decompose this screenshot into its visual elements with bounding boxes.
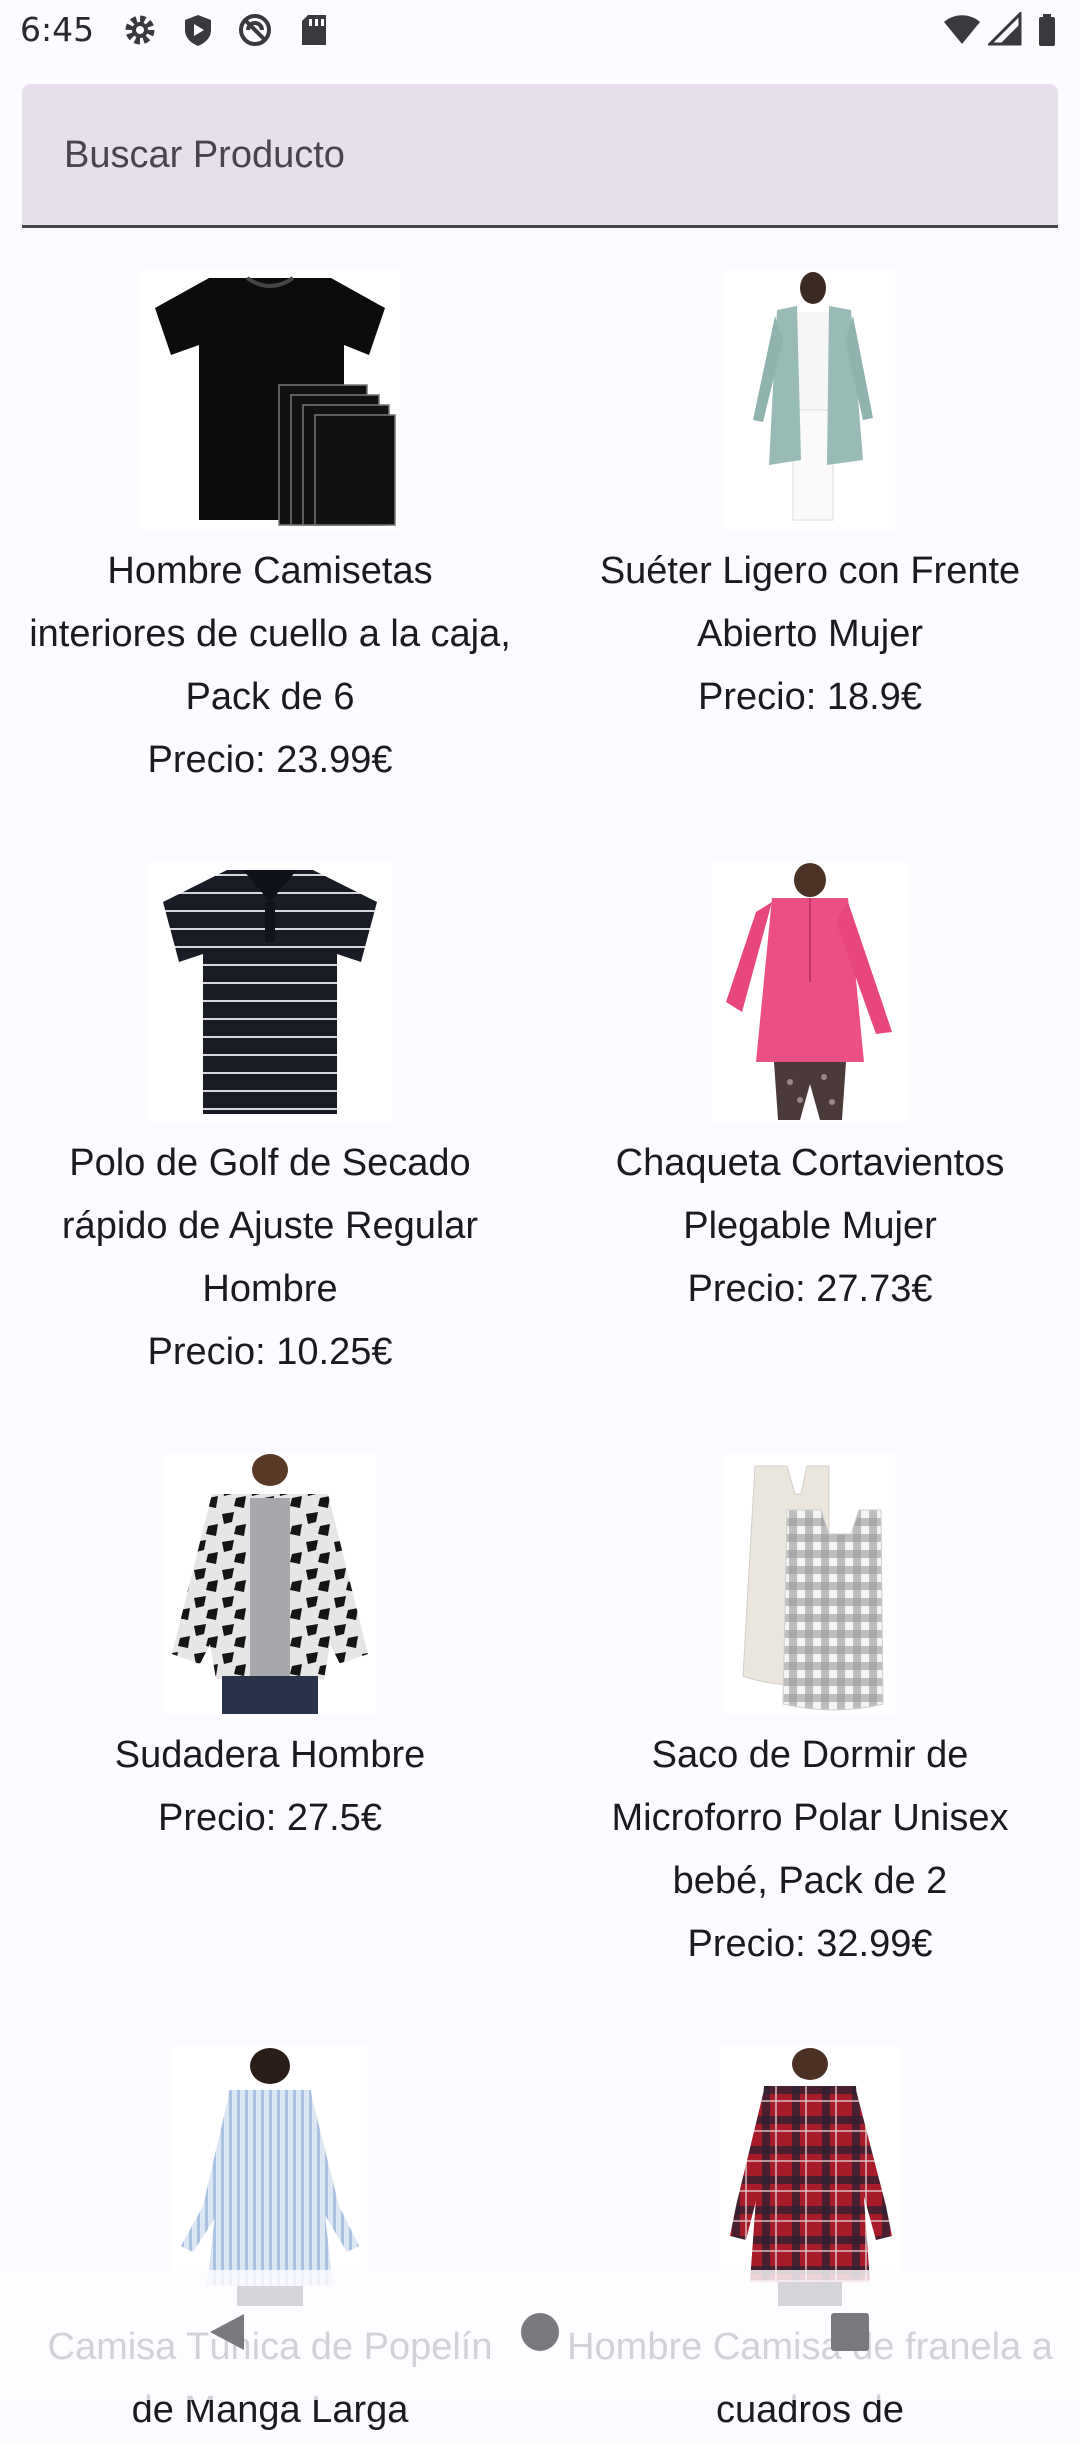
product-card[interactable]: Suéter Ligero con Frente Abierto Mujer P… <box>540 270 1080 792</box>
recents-icon[interactable] <box>829 2311 871 2358</box>
product-card[interactable]: Hombre Camisetas interiores de cuello a … <box>0 270 540 792</box>
wifi-icon <box>942 12 982 52</box>
product-price: Precio: 32.99€ <box>687 1923 933 1965</box>
product-title: Sudadera Hombre <box>114 1734 426 1776</box>
product-price: Precio: 23.99€ <box>147 739 393 781</box>
signal-icon <box>986 10 1022 52</box>
product-image[interactable] <box>725 270 895 530</box>
product-image[interactable] <box>147 862 393 1122</box>
product-card[interactable]: Sudadera Hombre Precio: 27.5€ <box>0 1454 540 1976</box>
product-title: Saco de Dormir de Microforro Polar Unise… <box>611 1734 1009 1902</box>
product-grid: Hombre Camisetas interiores de cuello a … <box>0 270 1080 2442</box>
product-card[interactable]: Saco de Dormir de Microforro Polar Unise… <box>540 1454 1080 1976</box>
navigation-bar <box>0 2270 1080 2400</box>
product-price: Precio: 10.25€ <box>147 1331 393 1373</box>
search-field[interactable] <box>22 84 1058 228</box>
product-price: Precio: 18.9€ <box>698 676 922 718</box>
product-image[interactable] <box>720 2046 900 2306</box>
status-time: 6:45 <box>20 10 95 49</box>
product-title: Hombre Camisetas interiores de cuello a … <box>29 550 511 718</box>
product-card[interactable]: Chaqueta Cortavientos Plegable Mujer Pre… <box>540 862 1080 1384</box>
product-price: Precio: 27.5€ <box>158 1797 382 1839</box>
product-image[interactable] <box>164 1454 376 1714</box>
product-image[interactable] <box>173 2046 367 2306</box>
product-price: Precio: 27.73€ <box>687 1268 933 1310</box>
shield-icon <box>180 12 216 52</box>
settings-icon <box>122 12 158 52</box>
do-not-disturb-icon <box>237 12 273 52</box>
product-title: Suéter Ligero con Frente Abierto Mujer <box>599 550 1021 655</box>
product-image[interactable] <box>725 1454 895 1714</box>
home-icon[interactable] <box>519 2311 561 2358</box>
product-image[interactable] <box>139 270 401 530</box>
back-icon[interactable] <box>204 2310 248 2359</box>
status-bar: 6:45 <box>0 0 1080 66</box>
product-title: Polo de Golf de Secado rápido de Ajuste … <box>61 1142 479 1310</box>
product-title: Chaqueta Cortavientos Plegable Mujer <box>615 1142 1005 1247</box>
battery-icon <box>1036 12 1058 52</box>
sd-card-icon <box>296 12 332 52</box>
search-input[interactable] <box>62 84 1046 227</box>
product-image[interactable] <box>712 862 908 1122</box>
product-card[interactable]: Polo de Golf de Secado rápido de Ajuste … <box>0 862 540 1384</box>
